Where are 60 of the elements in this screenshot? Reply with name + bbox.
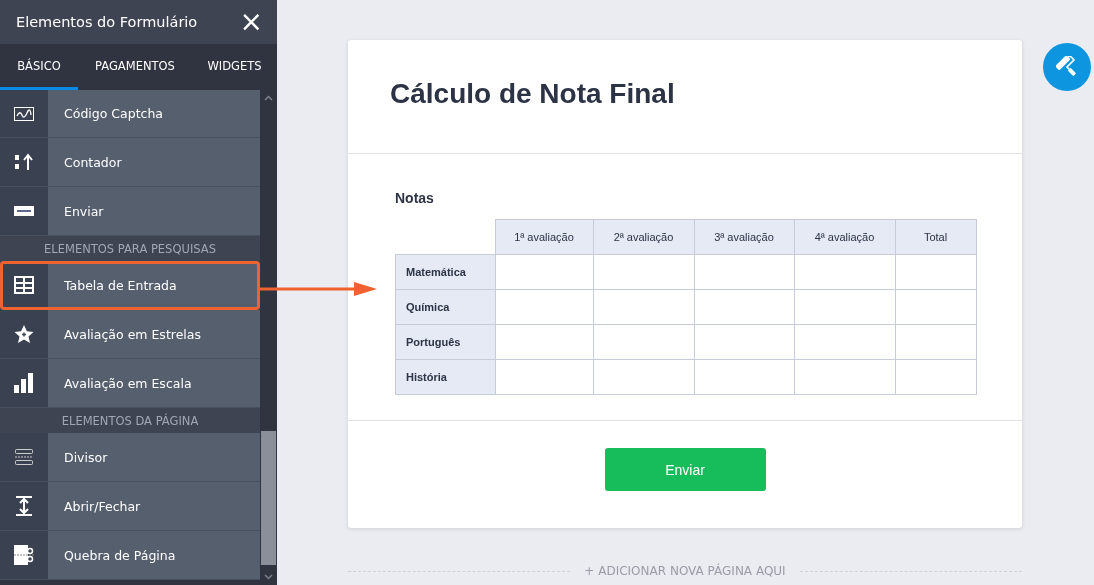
table-icon bbox=[14, 276, 34, 294]
input-cell[interactable] bbox=[794, 324, 895, 360]
element-item[interactable]: Quebra de Página bbox=[0, 531, 260, 580]
scroll-up-icon[interactable] bbox=[264, 95, 273, 101]
element-item[interactable]: Contador bbox=[0, 138, 260, 187]
section-heading: ELEMENTOS PARA PESQUISAS bbox=[0, 236, 260, 261]
input-cell[interactable] bbox=[794, 254, 895, 290]
bar-chart-icon bbox=[14, 373, 34, 393]
element-item[interactable]: Avaliação em Estrelas bbox=[0, 310, 260, 359]
input-cell[interactable] bbox=[495, 324, 593, 360]
input-cell[interactable] bbox=[495, 359, 593, 395]
divider-icon bbox=[15, 449, 33, 465]
input-cell[interactable] bbox=[593, 359, 694, 395]
input-cell[interactable] bbox=[895, 254, 976, 290]
row-header: Química bbox=[395, 289, 495, 325]
section-heading: ELEMENTOS DA PÁGINA bbox=[0, 408, 260, 433]
element-item[interactable]: Abrir/Fechar bbox=[0, 482, 260, 531]
input-cell[interactable] bbox=[694, 324, 794, 360]
element-item[interactable]: Enviar bbox=[0, 187, 260, 236]
input-cell[interactable] bbox=[593, 254, 694, 290]
star-icon bbox=[14, 324, 34, 344]
input-cell[interactable] bbox=[593, 324, 694, 360]
expand-collapse-icon bbox=[16, 496, 32, 516]
input-cell[interactable] bbox=[694, 289, 794, 325]
send-button-icon bbox=[14, 206, 34, 216]
column-header: 4ª avaliação bbox=[794, 219, 895, 255]
input-cell[interactable] bbox=[895, 289, 976, 325]
input-cell[interactable] bbox=[694, 359, 794, 395]
element-item[interactable]: Divisor bbox=[0, 433, 260, 482]
tab[interactable]: PAGAMENTOS bbox=[78, 44, 192, 90]
captcha-icon bbox=[14, 106, 34, 121]
input-cell[interactable] bbox=[495, 289, 593, 325]
field-label: Notas bbox=[395, 190, 435, 206]
page-break-icon bbox=[14, 545, 34, 565]
column-header: 2ª avaliação bbox=[593, 219, 694, 255]
paint-roller-button[interactable] bbox=[1043, 43, 1091, 91]
panel-title: Elementos do Formulário bbox=[16, 14, 198, 30]
column-header: Total bbox=[895, 219, 976, 255]
counter-icon bbox=[14, 153, 34, 171]
input-cell[interactable] bbox=[794, 359, 895, 395]
input-cell[interactable] bbox=[895, 359, 976, 395]
element-item[interactable]: Código Captcha bbox=[0, 90, 260, 138]
form-title: Cálculo de Nota Final bbox=[390, 78, 676, 110]
column-header: 3ª avaliação bbox=[694, 219, 794, 255]
close-button[interactable]: × bbox=[235, 8, 267, 36]
column-header: 1ª avaliação bbox=[495, 219, 593, 255]
input-cell[interactable] bbox=[794, 289, 895, 325]
tab[interactable]: WIDGETS bbox=[192, 44, 277, 90]
input-cell[interactable] bbox=[694, 254, 794, 290]
paint-roller-icon bbox=[1056, 56, 1078, 78]
input-cell[interactable] bbox=[593, 289, 694, 325]
scroll-down-icon[interactable] bbox=[264, 574, 273, 580]
row-header: Matemática bbox=[395, 254, 495, 290]
element-item[interactable]: Tabela de Entrada bbox=[0, 261, 260, 310]
input-cell[interactable] bbox=[895, 324, 976, 360]
input-cell[interactable] bbox=[495, 254, 593, 290]
element-item[interactable]: Avaliação em Escala bbox=[0, 359, 260, 408]
row-header: História bbox=[395, 359, 495, 395]
scrollbar-thumb[interactable] bbox=[261, 431, 276, 565]
row-header: Português bbox=[395, 324, 495, 360]
